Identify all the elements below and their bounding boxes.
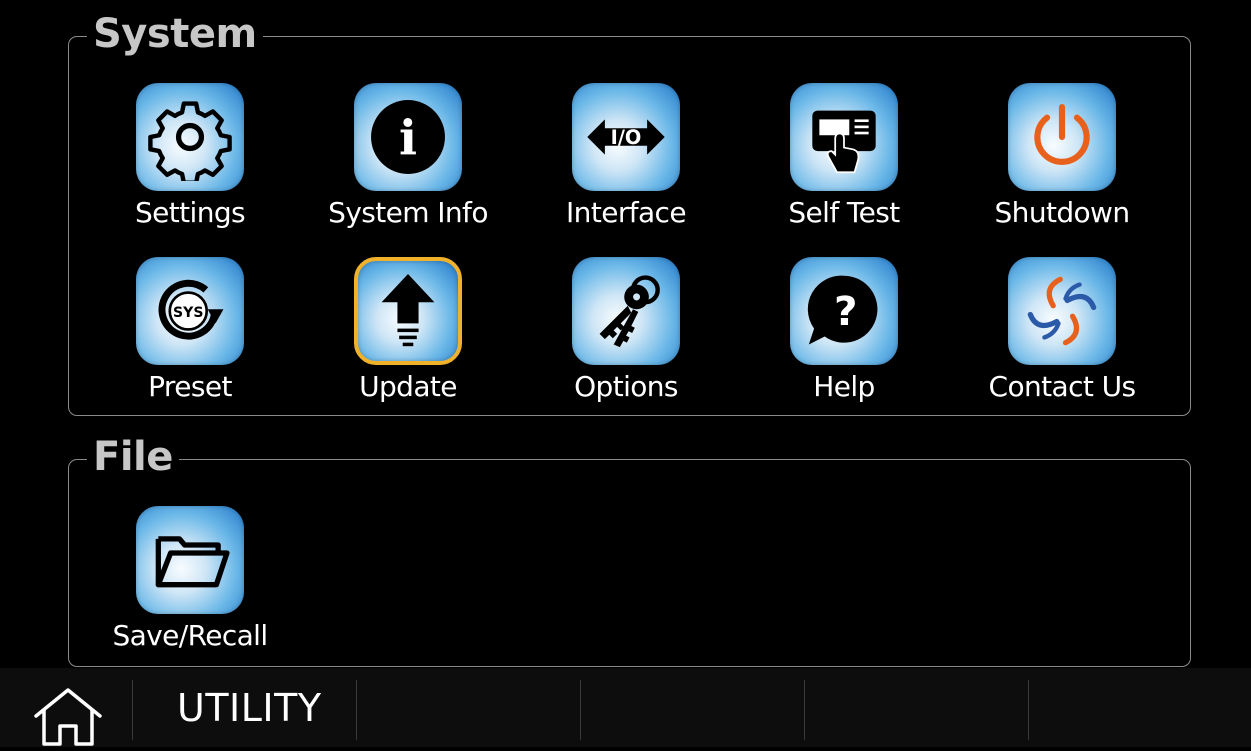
shutdown-icon-box bbox=[1008, 83, 1116, 191]
contact-us-label: Contact Us bbox=[988, 370, 1137, 403]
bar-divider bbox=[580, 680, 581, 740]
system-info-icon-box: i bbox=[354, 83, 462, 191]
shutdown-button[interactable]: Shutdown bbox=[967, 83, 1157, 243]
help-icon-box: ? bbox=[790, 257, 898, 365]
upload-arrow-icon bbox=[381, 274, 435, 347]
bar-divider bbox=[1028, 680, 1029, 740]
preset-button[interactable]: SYS Preset bbox=[95, 257, 285, 417]
bar-divider bbox=[804, 680, 805, 740]
file-group: File Save/Recall bbox=[68, 431, 1191, 667]
interface-button[interactable]: I/O Interface bbox=[531, 83, 721, 243]
svg-text:SYS: SYS bbox=[173, 305, 203, 321]
system-info-button[interactable]: i System Info bbox=[313, 83, 503, 243]
self-test-label: Self Test bbox=[788, 196, 900, 229]
save-recall-button[interactable]: Save/Recall bbox=[95, 506, 285, 666]
contact-us-button[interactable]: Contact Us bbox=[967, 257, 1157, 417]
settings-label: Settings bbox=[134, 196, 246, 229]
options-button[interactable]: Options bbox=[531, 257, 721, 417]
file-group-title: File bbox=[87, 431, 179, 483]
sys-preset-icon: SYS bbox=[158, 279, 224, 340]
shutdown-label: Shutdown bbox=[994, 196, 1131, 229]
system-group: System Settings i System Info I/O Interf… bbox=[68, 8, 1191, 417]
options-icon-box bbox=[572, 257, 680, 365]
interface-icon-box: I/O bbox=[572, 83, 680, 191]
power-icon bbox=[1034, 104, 1090, 165]
gear-icon bbox=[148, 101, 232, 181]
settings-button[interactable]: Settings bbox=[95, 83, 285, 243]
settings-icon-box bbox=[136, 83, 244, 191]
update-icon-box bbox=[354, 257, 462, 365]
svg-text:?: ? bbox=[834, 287, 857, 335]
keys-icon bbox=[599, 275, 660, 348]
self-test-button[interactable]: Self Test bbox=[749, 83, 939, 243]
contact-us-icon-box bbox=[1008, 257, 1116, 365]
bottom-bar: UTILITY bbox=[0, 668, 1251, 747]
preset-label: Preset bbox=[148, 370, 232, 403]
self-test-icon bbox=[812, 110, 876, 174]
help-label: Help bbox=[813, 370, 875, 403]
save-recall-label: Save/Recall bbox=[112, 619, 268, 652]
interface-label: Interface bbox=[566, 196, 687, 229]
io-icon: I/O bbox=[587, 119, 665, 155]
system-info-label: System Info bbox=[328, 196, 488, 229]
folder-icon bbox=[155, 536, 230, 588]
update-button[interactable]: Update bbox=[313, 257, 503, 417]
update-label: Update bbox=[359, 370, 457, 403]
bar-divider bbox=[356, 680, 357, 740]
company-logo-icon bbox=[1027, 276, 1097, 346]
home-icon bbox=[34, 688, 102, 746]
self-test-icon-box bbox=[790, 83, 898, 191]
info-icon: i bbox=[371, 100, 445, 174]
options-label: Options bbox=[574, 370, 678, 403]
bar-divider bbox=[132, 680, 133, 740]
screen-title: UTILITY bbox=[177, 686, 322, 730]
svg-text:I/O: I/O bbox=[611, 126, 642, 149]
help-button[interactable]: ? Help bbox=[749, 257, 939, 417]
preset-icon-box: SYS bbox=[136, 257, 244, 365]
system-group-title: System bbox=[87, 8, 263, 60]
home-button[interactable] bbox=[28, 686, 108, 746]
svg-text:i: i bbox=[399, 111, 417, 167]
question-bubble-icon: ? bbox=[807, 275, 878, 345]
save-recall-icon-box bbox=[136, 506, 244, 614]
